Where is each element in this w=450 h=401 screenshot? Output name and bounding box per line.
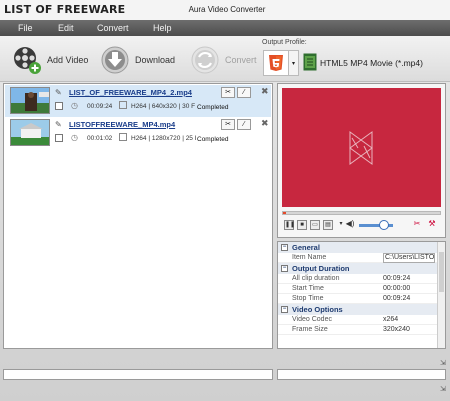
- section-video-options[interactable]: − Video Options: [278, 304, 445, 315]
- file-row[interactable]: ✎ LIST_OF_FREEWARE_MP4_2.mp4 ◷ 00:09:24 …: [5, 85, 271, 117]
- snapshot-icon[interactable]: ▭: [310, 220, 320, 230]
- prop-row: Start Time 00:00:00: [278, 284, 445, 294]
- app-title: Aura Video Converter: [188, 5, 266, 14]
- section-title: General: [292, 243, 320, 252]
- collapse-icon[interactable]: −: [281, 265, 288, 272]
- folder-icon[interactable]: ▤: [323, 220, 333, 230]
- app-window: LIST OF FREEWARE Aura Video Converter Fi…: [0, 0, 450, 401]
- menu-edit[interactable]: Edit: [58, 23, 74, 33]
- trim-scissors-icon[interactable]: ✂: [221, 119, 235, 130]
- file-video-info: H264 | 640x320 | 30 F: [131, 103, 196, 110]
- remove-file-icon[interactable]: ✖: [261, 118, 269, 129]
- video-placeholder-icon: [349, 131, 373, 165]
- prop-value[interactable]: 320x240: [383, 325, 435, 335]
- prop-key: Video Codec: [292, 316, 332, 323]
- trim-scissors-icon[interactable]: ✂: [221, 87, 235, 98]
- file-duration: 00:09:24: [87, 103, 113, 110]
- prop-key: Start Time: [292, 285, 324, 292]
- file-row[interactable]: ✎ LISTOFFREEWARE_MP4.mp4 ◷ 00:01:02 H264…: [5, 117, 271, 149]
- collapse-icon[interactable]: −: [281, 306, 288, 313]
- video-format-icon: [119, 101, 127, 109]
- convert-button[interactable]: Convert: [190, 45, 257, 75]
- section-general[interactable]: − General: [278, 242, 445, 253]
- file-thumbnail: [10, 119, 50, 146]
- magic-wand-icon[interactable]: ⚒: [427, 220, 437, 230]
- prop-value: 00:09:24: [383, 275, 411, 282]
- prop-value[interactable]: 00:00:00: [383, 284, 435, 294]
- add-video-button[interactable]: Add Video: [12, 45, 88, 75]
- resize-icon[interactable]: ⇲: [440, 385, 448, 393]
- preview-panel: ❚❚ ■ ▭ ▤ ▾ ◀) ✂ ⚒: [277, 83, 446, 238]
- menu-bar: File Edit Convert Help: [0, 20, 450, 36]
- file-thumbnail: [10, 87, 50, 114]
- download-button[interactable]: Download: [100, 45, 175, 75]
- prop-row: Video Codec x264: [278, 315, 445, 325]
- prop-key: Item Name: [292, 254, 327, 261]
- prop-key: Stop Time: [292, 295, 324, 302]
- status-bar-right: [277, 369, 446, 380]
- section-output-duration[interactable]: − Output Duration: [278, 263, 445, 274]
- file-name[interactable]: LISTOFFREEWARE_MP4.mp4: [69, 120, 175, 129]
- file-status: Completed: [197, 136, 229, 143]
- mp4-format-icon: [303, 53, 317, 71]
- prop-row: Stop Time 00:09:24: [278, 294, 445, 304]
- prop-value[interactable]: 00:09:24: [383, 294, 435, 304]
- effects-wand-icon[interactable]: ⁄: [237, 119, 251, 130]
- download-label: Download: [135, 55, 176, 65]
- collapse-icon[interactable]: −: [281, 244, 288, 251]
- scrollbar-thumb[interactable]: [439, 252, 444, 292]
- resize-icon[interactable]: ⇲: [440, 359, 448, 367]
- file-name[interactable]: LIST_OF_FREEWARE_MP4_2.mp4: [69, 88, 192, 97]
- prop-row: All clip duration 00:09:24: [278, 274, 445, 284]
- rename-pencil-icon[interactable]: ✎: [55, 88, 62, 97]
- playback-controls: ❚❚ ■ ▭ ▤ ▾ ◀) ✂ ⚒: [282, 218, 441, 234]
- pause-icon[interactable]: ❚❚: [284, 220, 295, 230]
- file-list: ✎ LIST_OF_FREEWARE_MP4_2.mp4 ◷ 00:09:24 …: [3, 83, 273, 349]
- properties-panel: − General Item Name C:\Users\LISTOFFR...…: [277, 241, 446, 349]
- convert-label: Convert: [225, 55, 257, 65]
- file-duration: 00:01:02: [87, 135, 113, 142]
- remove-file-icon[interactable]: ✖: [261, 86, 269, 97]
- file-checkbox[interactable]: [55, 102, 63, 110]
- output-profile-caption: Output Profile:: [262, 39, 307, 46]
- file-checkbox[interactable]: [55, 134, 63, 142]
- status-bar-left: [3, 369, 273, 380]
- stop-icon[interactable]: ■: [297, 220, 307, 230]
- title-bar: LIST OF FREEWARE Aura Video Converter: [0, 0, 450, 20]
- rename-pencil-icon[interactable]: ✎: [55, 120, 62, 129]
- toolbar: Add Video Download Convert Output Profil…: [0, 36, 450, 82]
- download-icon: [100, 45, 130, 75]
- prop-key: Frame Size: [292, 326, 328, 333]
- menu-convert[interactable]: Convert: [97, 23, 129, 33]
- file-video-info: H264 | 1280x720 | 25 I: [131, 135, 197, 142]
- speaker-icon[interactable]: ◀): [345, 220, 355, 230]
- scissors-icon[interactable]: ✂: [412, 220, 422, 230]
- convert-icon: [190, 45, 220, 75]
- prop-row: Item Name C:\Users\LISTOFFR...: [278, 253, 445, 263]
- html5-icon: [269, 55, 283, 71]
- clock-icon: ◷: [71, 101, 78, 110]
- clock-icon: ◷: [71, 133, 78, 142]
- add-video-label: Add Video: [47, 55, 89, 65]
- film-reel-icon: [12, 45, 42, 75]
- output-profile-selector[interactable]: [263, 50, 289, 76]
- seek-bar[interactable]: [282, 211, 441, 215]
- section-title: Video Options: [292, 305, 343, 314]
- file-status: Completed: [197, 104, 229, 111]
- seek-progress: [283, 212, 287, 214]
- section-title: Output Duration: [292, 264, 350, 273]
- properties-scrollbar[interactable]: [437, 242, 445, 348]
- prop-value[interactable]: C:\Users\LISTOFFR...: [383, 253, 435, 263]
- prop-value[interactable]: x264: [383, 315, 435, 325]
- menu-file[interactable]: File: [18, 23, 33, 33]
- menu-help[interactable]: Help: [153, 23, 172, 33]
- prop-key: All clip duration: [292, 275, 340, 282]
- video-preview[interactable]: [282, 88, 441, 207]
- prop-row: Frame Size 320x240: [278, 325, 445, 335]
- volume-knob[interactable]: [379, 220, 389, 230]
- effects-wand-icon[interactable]: ⁄: [237, 87, 251, 98]
- profile-dropdown-arrow[interactable]: ▾: [289, 50, 299, 76]
- output-profile-name: HTML5 MP4 Movie (*.mp4): [320, 58, 423, 68]
- video-format-icon: [119, 133, 127, 141]
